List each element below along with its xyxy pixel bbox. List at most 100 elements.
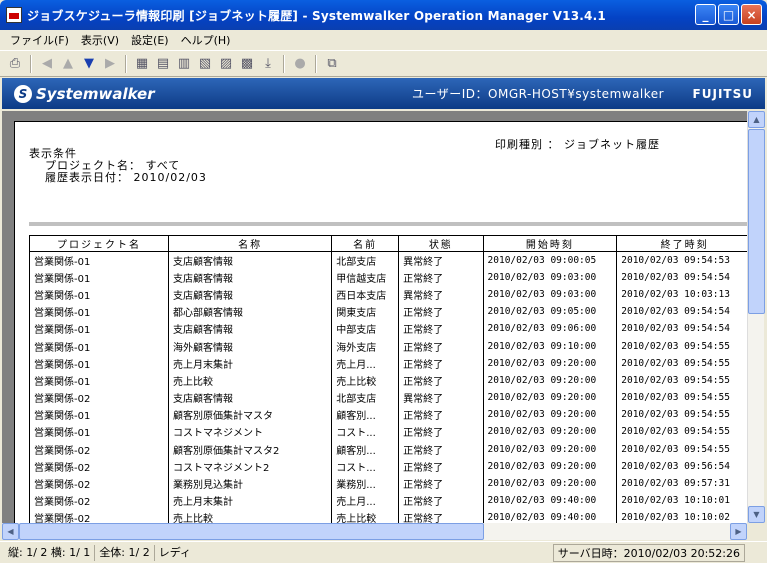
table-cell: 2010/02/03 09:54:55 (616, 371, 747, 389)
fujitsu-logo: FUJITSU (692, 86, 753, 101)
scroll-down-icon[interactable]: ▼ (748, 506, 765, 523)
next-page-icon[interactable]: ▶ (101, 55, 119, 73)
table-cell: 2010/02/03 10:10:02 (616, 509, 747, 523)
toolbar: ⎙ ◀ ▲ ▼ ▶ ▦ ▤ ▥ ▧ ▨ ▩ ⤓ ● ⧉ (0, 50, 767, 77)
table-cell: 売上月末集計 (167, 492, 333, 510)
print-icon[interactable]: ⎙ (6, 55, 24, 73)
export-icon[interactable]: ▩ (238, 55, 256, 73)
print-preview-page: 印刷種別 ： ジョブネット履歴 表示条件 プロジェクト名： すべて 履歴表示日付… (14, 121, 747, 523)
menu-view[interactable]: 表示(V) (75, 32, 125, 48)
close-button[interactable]: × (741, 4, 762, 25)
table-cell: 都心部顧客情報 (167, 303, 333, 321)
jobnet-icon[interactable]: ▦ (133, 55, 151, 73)
table-cell: 営業関係-02 (29, 457, 169, 475)
minimize-button[interactable]: _ (695, 4, 716, 25)
table-cell: 正常終了 (398, 406, 484, 424)
systemwalker-mark-icon: S (14, 84, 32, 103)
vertical-scrollbar[interactable]: ▲ ▼ (747, 111, 765, 523)
logo-text: Systemwalker (36, 84, 155, 103)
table-cell: 営業関係-01 (29, 423, 169, 441)
table-cell: 正常終了 (398, 354, 484, 372)
maximize-button[interactable]: □ (718, 4, 739, 25)
horizontal-scroll-thumb[interactable] (19, 523, 484, 540)
horizontal-scrollbar[interactable]: ◀ ▶ (2, 523, 747, 540)
toolbar-separator (30, 54, 32, 73)
table-cell: 2010/02/03 09:54:55 (616, 406, 747, 424)
menu-help[interactable]: ヘルプ(H) (175, 32, 237, 48)
preview-area[interactable]: 印刷種別 ： ジョブネット履歴 表示条件 プロジェクト名： すべて 履歴表示日付… (2, 111, 747, 523)
table-cell: 顧客別原価集計マスタ (167, 406, 333, 424)
table-cell: コストマネジメント2 (167, 457, 333, 475)
menu-bar: ファイル(F) 表示(V) 設定(E) ヘルプ(H) (0, 30, 767, 50)
table-cell: 2010/02/03 09:20:00 (482, 423, 618, 441)
table-cell: 売上比較 (167, 371, 333, 389)
col-header-title: 名称 (167, 235, 333, 252)
table-cell: 営業関係-02 (29, 492, 169, 510)
schedule-icon[interactable]: ▥ (175, 55, 193, 73)
table-cell: コスト... (331, 457, 400, 475)
table-cell: 正常終了 (398, 509, 484, 523)
table-row: 営業関係-01 支店顧客情報 北部支店 異常終了 2010/02/03 09:00:05… (29, 251, 747, 269)
scroll-corner (747, 523, 764, 540)
history-icon[interactable]: ▨ (217, 55, 235, 73)
table-cell: 営業関係-02 (29, 440, 169, 458)
table-row: 営業関係-01 支店顧客情報 西日本支店 異常終了 2010/02/03 09:03:0… (29, 285, 747, 304)
table-cell: 営業関係-02 (29, 389, 169, 407)
table-row: 営業関係-02 業務別見込集計 業務別... 正常終了 2010/02/03 09:20… (29, 474, 747, 493)
scroll-up-icon[interactable]: ▲ (748, 111, 765, 128)
vertical-scroll-thumb[interactable] (748, 129, 765, 314)
table-cell: 正常終了 (398, 440, 484, 458)
table-row: 営業関係-02 売上比較 売上比較 正常終了 2010/02/03 09:40:00 20… (29, 509, 747, 523)
table-cell: 正常終了 (398, 303, 484, 321)
table-cell: 正常終了 (398, 423, 484, 441)
menu-file[interactable]: ファイル(F) (4, 32, 75, 48)
table-cell: 支店顧客情報 (167, 320, 333, 338)
table-row: 営業関係-01 都心部顧客情報 関東支店 正常終了 2010/02/03 09:05:0… (29, 303, 747, 321)
table-cell: 営業関係-02 (29, 474, 169, 493)
table-cell: 甲信越支店 (331, 268, 400, 286)
toolbar-separator (283, 54, 285, 73)
table-row: 営業関係-01 売上比較 売上比較 正常終了 2010/02/03 09:20:00 20… (29, 371, 747, 389)
table-cell: 2010/02/03 10:03:13 (616, 285, 747, 304)
status-bar: 縦: 1/ 2 横: 1/ 1 全体: 1/ 2 レディ サーバ日時：2010/… (0, 541, 767, 563)
scroll-right-icon[interactable]: ▶ (730, 523, 747, 540)
app-icon[interactable] (6, 7, 22, 23)
total-pages: 全体: 1/ 2 (95, 544, 155, 561)
table-cell: 北部支店 (331, 389, 400, 407)
table-cell: 顧客別原価集計マスタ2 (167, 440, 333, 458)
table-row: 営業関係-01 支店顧客情報 中部支店 正常終了 2010/02/03 09:06:00… (29, 320, 747, 338)
user-icon[interactable]: ● (291, 55, 309, 73)
table-cell: 売上月末集計 (167, 354, 333, 372)
menu-settings[interactable]: 設定(E) (125, 32, 175, 48)
up-arrow-icon[interactable]: ▲ (59, 55, 77, 73)
table-cell: 支店顧客情報 (167, 285, 333, 304)
table-cell: 2010/02/03 09:20:00 (482, 440, 618, 458)
product-banner: S Systemwalker ユーザーID：OMGR-HOST¥systemwa… (2, 78, 765, 109)
first-page-icon[interactable]: ◀ (38, 55, 56, 73)
table-cell: コスト... (331, 423, 400, 441)
col-header-start: 開始時刻 (482, 235, 618, 252)
table-cell: 正常終了 (398, 371, 484, 389)
table-cell: 営業関係-01 (29, 337, 169, 355)
table-cell: 2010/02/03 09:54:55 (616, 337, 747, 355)
table-cell: 支店顧客情報 (167, 389, 333, 407)
download-icon[interactable]: ⤓ (259, 55, 277, 73)
table-cell: 正常終了 (398, 457, 484, 475)
table-row: 営業関係-02 コストマネジメント2 コスト... 正常終了 2010/02/03 09… (29, 457, 747, 475)
down-arrow-icon[interactable]: ▼ (80, 55, 98, 73)
systemwalker-logo: S Systemwalker (14, 84, 155, 103)
page-setup-icon[interactable]: ⧉ (323, 55, 341, 73)
table-cell: 売上比較 (331, 509, 400, 523)
scroll-left-icon[interactable]: ◀ (2, 523, 19, 540)
user-id: ユーザーID：OMGR-HOST¥systemwalker (412, 87, 665, 101)
table-cell: 2010/02/03 09:20:00 (482, 354, 618, 372)
jobnet-tree-icon[interactable]: ▤ (154, 55, 172, 73)
table-cell: 2010/02/03 09:20:00 (482, 389, 618, 407)
table-cell: 支店顧客情報 (167, 251, 333, 269)
col-header-name: 名前 (331, 235, 400, 252)
table-cell: 売上比較 (167, 509, 333, 523)
table-cell: 正常終了 (398, 337, 484, 355)
display-conditions: 表示条件 プロジェクト名： すべて 履歴表示日付： 2010/02/03 (29, 148, 207, 184)
calendar-icon[interactable]: ▧ (196, 55, 214, 73)
ready-status: レディ (158, 545, 191, 559)
